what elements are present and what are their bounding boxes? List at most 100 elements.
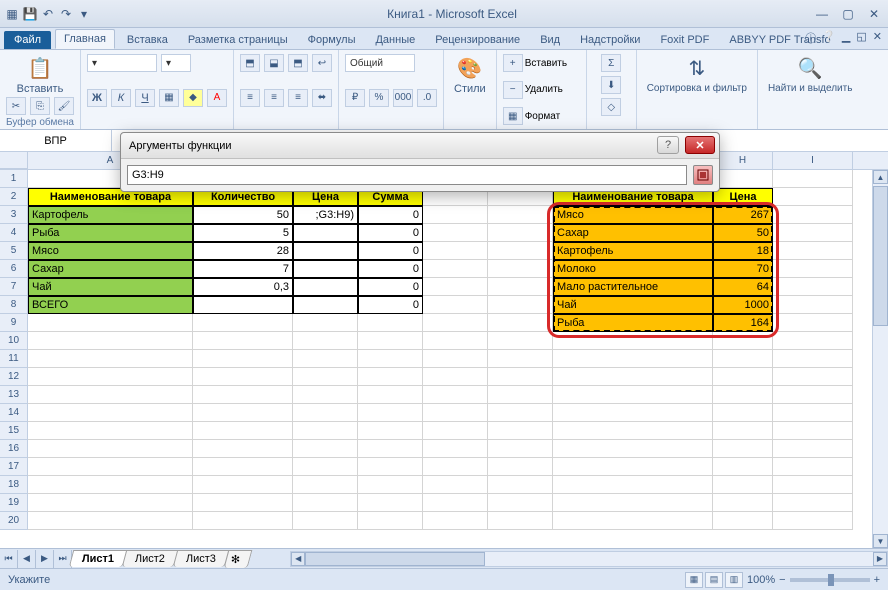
cell[interactable]: 164 xyxy=(713,314,773,332)
cell[interactable] xyxy=(358,386,423,404)
cell[interactable] xyxy=(553,476,713,494)
fill-color-button[interactable]: ◆ xyxy=(183,89,203,107)
cell[interactable] xyxy=(773,224,853,242)
sheet-tab-1[interactable]: Лист1 xyxy=(69,550,128,567)
cell[interactable] xyxy=(193,422,293,440)
cell[interactable] xyxy=(488,314,553,332)
cell[interactable] xyxy=(488,224,553,242)
tab-addins[interactable]: Надстройки xyxy=(572,31,648,49)
paste-button[interactable]: 📋 Вставить xyxy=(6,54,74,97)
horizontal-scrollbar[interactable]: ◀ ▶ xyxy=(290,551,888,567)
tab-review[interactable]: Рецензирование xyxy=(427,31,528,49)
cell[interactable] xyxy=(28,314,193,332)
select-all-button[interactable] xyxy=(0,152,28,169)
cell[interactable] xyxy=(773,404,853,422)
align-bottom-icon[interactable]: ⬒ xyxy=(288,54,308,72)
cell[interactable]: Чай xyxy=(28,278,193,296)
save-icon[interactable]: 💾 xyxy=(22,6,38,22)
cell[interactable]: 70 xyxy=(713,260,773,278)
cell[interactable] xyxy=(293,296,358,314)
cell[interactable] xyxy=(293,242,358,260)
maximize-button[interactable]: ▢ xyxy=(838,7,858,21)
cell[interactable] xyxy=(358,314,423,332)
cell[interactable]: 64 xyxy=(713,278,773,296)
cell[interactable] xyxy=(293,332,358,350)
zoom-slider[interactable] xyxy=(790,578,870,582)
cell[interactable]: 0 xyxy=(358,224,423,242)
align-top-icon[interactable]: ⬒ xyxy=(240,54,260,72)
cell[interactable] xyxy=(553,422,713,440)
copy-icon[interactable]: ⎘ xyxy=(30,97,50,115)
row-header[interactable]: 10 xyxy=(0,332,28,350)
insert-cell-icon[interactable]: + xyxy=(503,54,523,72)
view-page-layout-icon[interactable]: ▤ xyxy=(705,572,723,588)
cell[interactable] xyxy=(423,422,488,440)
cell[interactable] xyxy=(193,386,293,404)
sheet-nav-first-icon[interactable]: ⏮ xyxy=(0,550,18,568)
vscroll-thumb[interactable] xyxy=(873,186,888,326)
cell[interactable] xyxy=(773,206,853,224)
cell[interactable] xyxy=(773,512,853,530)
font-color-button[interactable]: A xyxy=(207,89,227,107)
currency-icon[interactable]: ₽ xyxy=(345,89,365,107)
cell[interactable]: Чай xyxy=(553,296,713,314)
row-header[interactable]: 4 xyxy=(0,224,28,242)
row-header[interactable]: 15 xyxy=(0,422,28,440)
cell[interactable] xyxy=(488,296,553,314)
row-header[interactable]: 5 xyxy=(0,242,28,260)
cell[interactable] xyxy=(488,206,553,224)
cell[interactable] xyxy=(713,332,773,350)
cell[interactable] xyxy=(488,278,553,296)
scroll-down-icon[interactable]: ▼ xyxy=(873,534,888,548)
cell[interactable]: Мясо xyxy=(553,206,713,224)
cell[interactable] xyxy=(488,422,553,440)
cell[interactable] xyxy=(423,494,488,512)
cell[interactable] xyxy=(193,494,293,512)
cell[interactable]: 18 xyxy=(713,242,773,260)
cell[interactable] xyxy=(293,350,358,368)
row-header[interactable]: 3 xyxy=(0,206,28,224)
cell[interactable]: 0 xyxy=(358,278,423,296)
cell[interactable] xyxy=(713,368,773,386)
cell[interactable] xyxy=(423,314,488,332)
sheet-nav-prev-icon[interactable]: ◀ xyxy=(18,550,36,568)
cell[interactable]: 0 xyxy=(358,296,423,314)
cell[interactable] xyxy=(28,332,193,350)
range-input[interactable] xyxy=(127,165,687,185)
row-header[interactable]: 11 xyxy=(0,350,28,368)
cell[interactable]: Мало растительное xyxy=(553,278,713,296)
cell[interactable]: Картофель xyxy=(553,242,713,260)
number-format-combo[interactable]: Общий xyxy=(345,54,415,72)
row-header[interactable]: 12 xyxy=(0,368,28,386)
cell[interactable] xyxy=(553,368,713,386)
row-header[interactable]: 18 xyxy=(0,476,28,494)
sheet-tab-3[interactable]: Лист3 xyxy=(173,550,230,567)
cell[interactable] xyxy=(293,404,358,422)
cell[interactable] xyxy=(293,458,358,476)
scroll-up-icon[interactable]: ▲ xyxy=(873,170,888,184)
cell[interactable] xyxy=(358,422,423,440)
cell[interactable] xyxy=(293,512,358,530)
cell[interactable] xyxy=(553,494,713,512)
cell[interactable]: Молоко xyxy=(553,260,713,278)
cell[interactable] xyxy=(773,278,853,296)
cut-icon[interactable]: ✂ xyxy=(6,97,26,115)
cell[interactable] xyxy=(423,440,488,458)
cell[interactable] xyxy=(193,332,293,350)
tab-page-layout[interactable]: Разметка страницы xyxy=(180,31,296,49)
row-header[interactable]: 14 xyxy=(0,404,28,422)
decrease-decimal-icon[interactable]: .0 xyxy=(417,89,437,107)
cell[interactable] xyxy=(28,494,193,512)
cell[interactable] xyxy=(773,170,853,188)
window-restore-icon[interactable]: ◱ xyxy=(856,30,866,46)
cell[interactable] xyxy=(293,476,358,494)
insert-label[interactable]: Вставить xyxy=(525,58,567,69)
cell[interactable] xyxy=(773,350,853,368)
help-icon[interactable]: ❔ xyxy=(822,30,836,46)
window-close-icon[interactable]: ✕ xyxy=(873,30,882,46)
tab-insert[interactable]: Вставка xyxy=(119,31,176,49)
cell[interactable] xyxy=(488,386,553,404)
cell[interactable] xyxy=(423,332,488,350)
cell[interactable] xyxy=(553,512,713,530)
cell[interactable]: 0 xyxy=(358,206,423,224)
